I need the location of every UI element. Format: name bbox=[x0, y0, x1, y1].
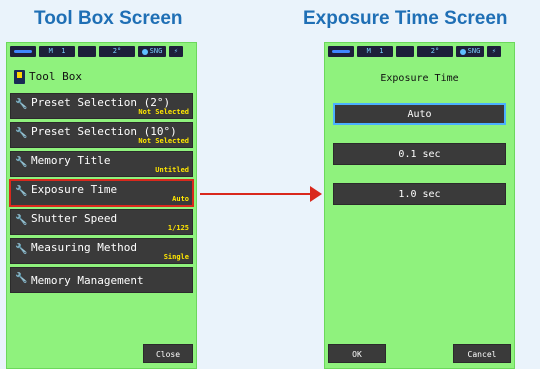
battery-icon bbox=[328, 46, 354, 57]
wrench-icon: 🔧 bbox=[15, 273, 28, 284]
menu-item-exposure-time[interactable]: 🔧 Exposure Time Auto bbox=[9, 179, 194, 207]
option-0-1-sec[interactable]: 0.1 sec bbox=[333, 143, 506, 165]
arrow-connector bbox=[200, 193, 310, 195]
measure-dot-icon bbox=[459, 48, 466, 55]
signal-icon: ⚡ bbox=[169, 46, 183, 57]
exposure-time-screen: M 1 2° SNG ⚡ Exposure Time Auto 0.1 sec … bbox=[324, 42, 515, 369]
arrow-head-icon bbox=[310, 186, 322, 202]
status-bar: M 1 2° SNG ⚡ bbox=[10, 46, 193, 57]
menu-item-measuring-method[interactable]: 🔧 Measuring Method Single bbox=[10, 238, 193, 264]
toolbox-title-row: Tool Box bbox=[14, 68, 82, 86]
blank-indicator bbox=[78, 46, 96, 57]
ok-button[interactable]: OK bbox=[328, 344, 386, 363]
angle-indicator: 2° bbox=[99, 46, 135, 57]
blank-indicator bbox=[396, 46, 414, 57]
toolbox-screen-heading: Tool Box Screen bbox=[34, 8, 183, 29]
status-bar: M 1 2° SNG ⚡ bbox=[328, 46, 511, 57]
measure-indicator: SNG bbox=[456, 46, 484, 57]
wrench-icon: 🔧 bbox=[15, 244, 28, 255]
wrench-icon: 🔧 bbox=[15, 215, 28, 226]
battery-icon bbox=[10, 46, 36, 57]
angle-indicator: 2° bbox=[417, 46, 453, 57]
menu-item-memory-title[interactable]: 🔧 Memory Title Untitled bbox=[10, 151, 193, 177]
option-auto[interactable]: Auto bbox=[333, 103, 506, 125]
exposure-screen-heading: Exposure Time Screen bbox=[303, 8, 508, 29]
menu-item-memory-management[interactable]: 🔧 Memory Management bbox=[10, 267, 193, 293]
wrench-icon: 🔧 bbox=[15, 99, 28, 110]
mode-indicator: M 1 bbox=[39, 46, 75, 57]
menu-item-preset-2[interactable]: 🔧 Preset Selection (2°) Not Selected bbox=[10, 93, 193, 119]
mode-indicator: M 1 bbox=[357, 46, 393, 57]
wrench-icon: 🔧 bbox=[15, 128, 28, 139]
cancel-button[interactable]: Cancel bbox=[453, 344, 511, 363]
measure-dot-icon bbox=[141, 48, 148, 55]
toolbox-icon bbox=[14, 70, 25, 84]
toolbox-title: Tool Box bbox=[29, 70, 82, 83]
wrench-icon: 🔧 bbox=[15, 157, 28, 168]
exposure-title: Exposure Time bbox=[380, 73, 459, 84]
wrench-icon: 🔧 bbox=[15, 186, 28, 197]
menu-item-shutter-speed[interactable]: 🔧 Shutter Speed 1/125 bbox=[10, 209, 193, 235]
menu-item-preset-10[interactable]: 🔧 Preset Selection (10°) Not Selected bbox=[10, 122, 193, 148]
toolbox-screen: M 1 2° SNG ⚡ Tool Box 🔧 Preset Selection… bbox=[6, 42, 197, 369]
close-button[interactable]: Close bbox=[143, 344, 193, 363]
signal-icon: ⚡ bbox=[487, 46, 501, 57]
toolbox-menu: 🔧 Preset Selection (2°) Not Selected 🔧 P… bbox=[9, 93, 194, 293]
option-1-0-sec[interactable]: 1.0 sec bbox=[333, 183, 506, 205]
measure-indicator: SNG bbox=[138, 46, 166, 57]
